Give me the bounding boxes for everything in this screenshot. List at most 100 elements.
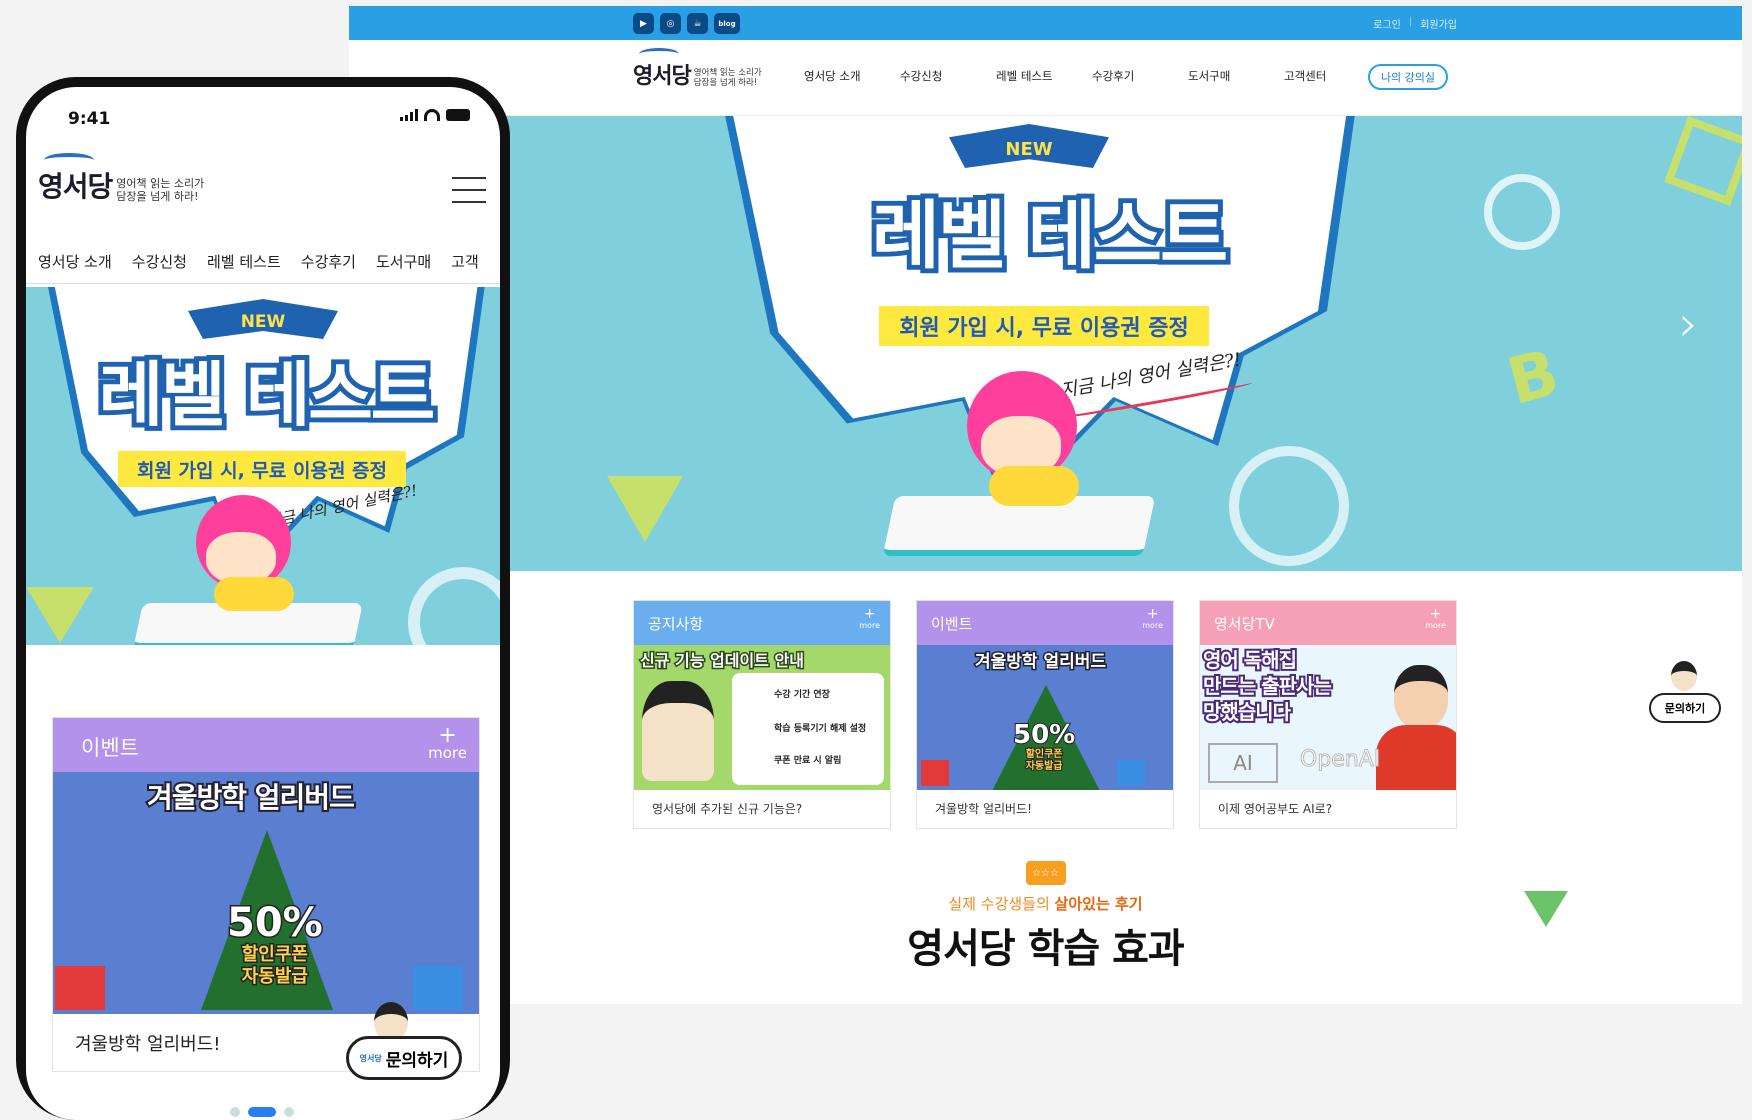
logo-roof-icon [639,48,679,60]
divider [26,283,500,284]
thumbnail-title: 영어 독해집 만드는 출판사는 망했습니다 [1201,646,1334,726]
carousel-dot-active[interactable] [248,1107,276,1117]
feature-row: 수강 기간 연장 [774,690,830,700]
hamburger-menu-icon[interactable] [452,177,486,203]
card-caption[interactable]: 영서당에 추가된 신규 기능은? [634,790,890,828]
card-thumbnail[interactable]: 겨울방학 얼리버드 50% 할인쿠폰 자동발급 [917,645,1173,790]
deco-triangle [607,476,683,542]
tv-card[interactable]: 영서당TV + more 영어 독해집 만드는 출판사는 망했습니다 AI Ope… [1199,600,1457,829]
thumbnail-title: 겨울방학 얼리버드 [145,779,357,816]
deco-ring [408,567,500,645]
deco-triangle [1524,891,1568,927]
card-thumbnail[interactable]: 신규 기능 업데이트 안내 수강 기간 연장 학습 등록기기 해제 설정 쿠폰 … [634,645,890,790]
instagram-icon[interactable]: ◎ [660,13,681,34]
hero-subtitle: 회원 가입 시, 무료 이용권 증정 [118,451,406,487]
top-bar: ▶ ◎ ☕ blog 로그인 | 회원가입 [349,6,1742,40]
menu-item-level-test[interactable]: 레벨 테스트 [207,251,281,272]
ai-chip-icon: AI [1208,743,1278,783]
signup-link[interactable]: 회원가입 [1420,16,1457,31]
menu-item-enroll[interactable]: 수강신청 [132,251,187,272]
mobile-menu: 영서당 소개 수강신청 레벨 테스트 수강후기 도서구매 고객 [38,251,479,272]
menu-item-level-test[interactable]: 레벨 테스트 [996,68,1092,84]
logo-wordmark: 영서당 [633,48,692,90]
discount-text: 50% 할인쿠폰 자동발급 [1012,720,1076,773]
mobile-screen: 9:41 영서당 영어책 읽는 소리가 담장을 넘게 하라! 영서당 소개 수강… [26,87,500,1120]
card-title: 이벤트 [931,615,973,633]
youtube-icon[interactable]: ▶ [633,13,654,34]
review-stars-icon: ☆☆☆ [1025,861,1066,885]
menu-item-reviews[interactable]: 수강후기 [301,251,356,272]
deco-square [1664,116,1742,206]
kakao-icon[interactable]: ☕ [687,13,708,34]
card-header: 영서당TV + more [1200,601,1456,645]
menu-item-support[interactable]: 고객센터 [1284,68,1380,84]
carousel-pagination [230,1107,294,1117]
openai-logo: OpenAI [1299,747,1381,773]
feature-row: 쿠폰 만료 시 알림 [774,756,842,766]
menu-item-books[interactable]: 도서구매 [1188,68,1284,84]
next-slide-arrow[interactable]: › [1679,296,1698,352]
notice-card[interactable]: 공지사항 + more 신규 기능 업데이트 안내 수강 기간 연장 학습 등록기… [633,600,891,829]
my-classroom-button[interactable]: 나의 강의실 [1368,64,1448,90]
status-time: 9:41 [68,109,111,129]
carousel-dot[interactable] [284,1107,294,1117]
character-illustration [642,681,714,781]
card-header: 공지사항 + more [634,601,890,645]
menu-item-enroll[interactable]: 수강신청 [900,68,996,84]
mobile-header: 영서당 영어책 읽는 소리가 담장을 넘게 하라! [26,147,500,227]
social-links: ▶ ◎ ☕ blog [633,13,740,34]
wifi-icon [424,109,440,121]
deco-letter: B [1500,335,1567,421]
feature-row: 학습 등록기기 해제 설정 [774,724,867,734]
card-thumbnail[interactable]: 영어 독해집 만드는 출판사는 망했습니다 AI OpenAI [1200,645,1456,790]
girl-body-illustration [214,577,294,611]
site-logo[interactable]: 영서당 영어책 읽는 소리가 담장을 넘게 하라! [38,153,204,205]
logo-roof-icon [44,153,94,167]
deco-triangle [26,587,94,643]
event-card[interactable]: 이벤트 + more 겨울방학 얼리버드 50% 할인쿠폰 자동발급 겨울방학 얼… [916,600,1174,829]
discount-text: 50% 할인쿠폰 자동발급 [226,900,325,989]
inquiry-label: 영서당 문의하기 [346,1036,462,1080]
battery-icon [446,109,470,121]
thumbnail-title: 겨울방학 얼리버드 [973,651,1107,674]
site-logo[interactable]: 영서당 영어책 읽는 소리가 담장을 넘게 하라! [633,48,762,90]
card-thumbnail[interactable]: 겨울방학 얼리버드 50% 할인쿠폰 자동발급 [53,772,479,1014]
phone-frame: 9:41 영서당 영어책 읽는 소리가 담장을 넘게 하라! 영서당 소개 수강… [16,77,510,1120]
card-title: 영서당TV [1214,615,1275,633]
inquiry-label: 문의하기 [1649,693,1721,723]
card-title: 이벤트 [81,736,139,760]
signal-icon [400,109,418,121]
main-navigation: 영서당 영어책 읽는 소리가 담장을 넘게 하라! 영서당 소개 수강신청 레벨… [349,40,1742,116]
menu-item-intro[interactable]: 영서당 소개 [38,251,112,272]
floating-inquiry-button[interactable]: 영서당 문의하기 [346,1002,462,1080]
hero-banner[interactable]: NEW 레벨 테스트 레벨 테스트 회원 가입 시, 무료 이용권 증정 지금 … [26,287,500,645]
gift-icon [1117,760,1145,786]
more-link[interactable]: + more [859,607,880,630]
card-header: 이벤트 + more [917,601,1173,645]
more-link[interactable]: + more [428,725,467,761]
presenter-illustration [1376,665,1456,790]
divider: | [1408,16,1413,27]
status-icons [400,109,470,121]
logo-slogan: 영어책 읽는 소리가 담장을 넘게 하라! [693,68,762,88]
blog-icon[interactable]: blog [714,13,740,34]
gift-icon [921,760,949,786]
menu-item-intro[interactable]: 영서당 소개 [804,68,900,84]
menu-item-support[interactable]: 고객 [451,251,479,272]
hero-title: 레벨 테스트 [871,193,1228,279]
login-link[interactable]: 로그인 [1373,16,1401,31]
menu-item-reviews[interactable]: 수강후기 [1092,68,1188,84]
gnb-menu: 영서당 소개 수강신청 레벨 테스트 수강후기 도서구매 고객센터 [804,68,1380,84]
card-caption[interactable]: 겨울방학 얼리버드! [917,790,1173,828]
more-link[interactable]: + more [1425,607,1446,630]
card-caption[interactable]: 이제 영어공부도 AI로? [1200,790,1456,828]
carousel-dot[interactable] [230,1107,240,1117]
deco-ring [1229,446,1349,566]
hero-banner[interactable]: B NEW 레벨 테스트 레벨 테스트 회원 가입 시, 무료 이용권 증정 지… [349,116,1742,571]
thumbnail-title: 신규 기능 업데이트 안내 [639,650,806,672]
logo-wordmark: 영서당 [38,153,113,205]
menu-item-books[interactable]: 도서구매 [376,251,431,272]
more-link[interactable]: + more [1142,607,1163,630]
desktop-site: ▶ ◎ ☕ blog 로그인 | 회원가입 영서당 영어책 읽는 소리가 담장을… [349,6,1742,1004]
floating-inquiry-button[interactable]: 문의하기 [1649,661,1721,741]
